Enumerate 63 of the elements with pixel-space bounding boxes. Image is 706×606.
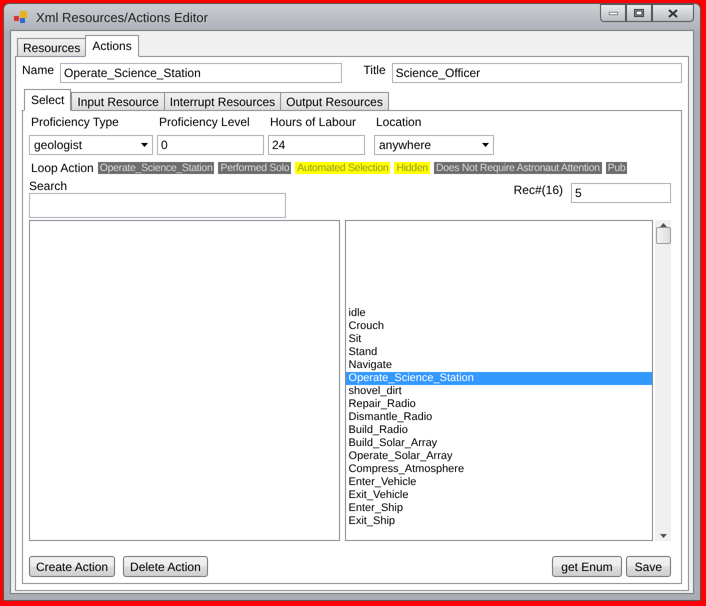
field-label: Location [375,115,422,129]
list-item[interactable]: Enter_Ship [346,502,652,515]
list-item[interactable]: Dismantle_Radio [346,411,652,424]
list-item[interactable]: Crouch [346,320,652,333]
action-button[interactable]: get Enum [552,556,622,577]
list-item[interactable]: Build_Solar_Array [346,437,652,450]
name-label: Name [22,63,54,77]
input-field[interactable]: 24 [268,135,365,155]
input-field[interactable]: 0 [157,135,264,155]
list-item[interactable]: Exit_Vehicle [346,489,652,502]
action-button[interactable]: Save [626,556,671,577]
action-button[interactable]: Create Action [29,556,116,577]
action-button[interactable]: Delete Action [123,556,208,577]
list-item[interactable]: idle [346,307,652,320]
tag: Operate_Science_Station [98,162,214,174]
list-item[interactable]: Enter_Vehicle [346,476,652,489]
maximize-icon [634,9,644,17]
list-item[interactable]: shovel_dirt [346,385,652,398]
maximize-button[interactable] [626,4,652,22]
list-item[interactable]: Build_Radio [346,424,652,437]
tag: Performed Solo [218,162,292,174]
tab[interactable]: Interrupt Resources [164,92,282,111]
scroll-thumb[interactable] [656,227,671,244]
list-item[interactable]: Exit_Ship [346,515,652,528]
scrollbar[interactable] [655,220,671,541]
dropdown[interactable]: anywhere [374,135,494,155]
tab[interactable]: Resources [17,38,86,57]
list-item[interactable]: Navigate [346,359,652,372]
loop-action-label: Loop Action [31,161,94,175]
search-field[interactable] [29,193,286,218]
list-item[interactable]: Operate_Solar_Array [346,450,652,463]
tag: Automated Selection [295,162,390,174]
record-label: Rec#(16) [514,183,563,197]
record-field[interactable]: 5 [571,183,671,203]
action-list[interactable] [344,220,654,541]
list-item[interactable]: Sit [346,333,652,346]
title-label: Title [363,63,386,77]
tag: Hidden [394,162,430,174]
app-icon [14,11,28,23]
close-icon [668,8,678,18]
close-button[interactable] [652,4,694,22]
field-label: Hours of Labour [269,115,358,129]
dropdown[interactable]: geologist [29,135,153,155]
search-label: Search [29,179,68,193]
name-field[interactable]: Operate_Science_Station [60,63,342,83]
dropdown-arrow-icon[interactable] [141,143,148,147]
tab[interactable]: Actions [85,35,139,57]
scroll-down-icon[interactable] [660,534,667,538]
tag: Pub [606,162,628,174]
minimize-icon [608,12,618,14]
dropdown-arrow-icon[interactable] [482,143,489,147]
field-label: Proficiency Type [30,115,120,129]
minimize-button[interactable] [600,4,626,22]
tag: Does Not Require Astronaut Attention [434,162,602,174]
tab[interactable]: Input Resource [71,92,165,111]
field-label: Proficiency Level [158,115,251,129]
tab[interactable]: Output Resources [280,92,389,111]
window-title: Xml Resources/Actions Editor [36,10,209,24]
tab[interactable]: Select [24,89,72,111]
title-field[interactable]: Science_Officer [392,63,682,83]
list-item[interactable]: Compress_Atmosphere [346,463,652,476]
list-item[interactable]: Stand [346,346,652,359]
list-item[interactable]: Repair_Radio [346,398,652,411]
